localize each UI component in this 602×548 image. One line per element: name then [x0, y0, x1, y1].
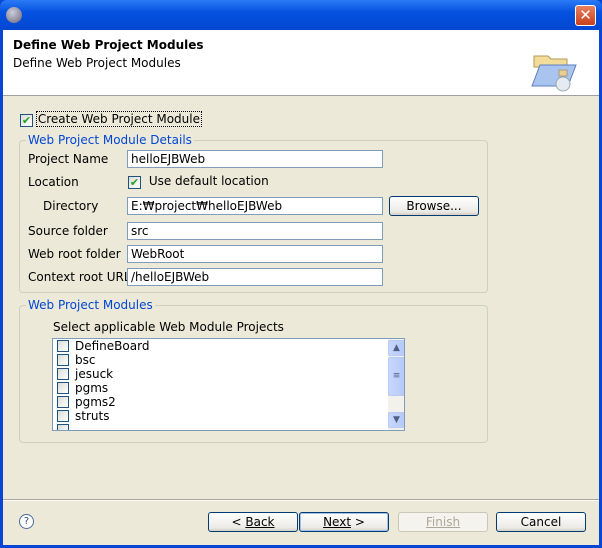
list-item-label: bsc — [75, 353, 96, 367]
checkbox-checked[interactable]: ✔ — [20, 114, 33, 127]
checkbox[interactable] — [57, 382, 69, 394]
checkbox[interactable] — [57, 340, 69, 352]
finish-button[interactable]: Finish — [398, 512, 488, 532]
finish-label: Finish — [425, 515, 461, 529]
list-item-label: pgms — [75, 381, 109, 395]
page-description: Define Web Project Modules — [13, 56, 181, 70]
app-icon — [6, 7, 22, 23]
list-item[interactable]: jesuck — [57, 368, 113, 382]
scroll-up-icon[interactable]: ▲ — [388, 340, 404, 356]
create-module-checkbox[interactable]: ✔ Create Web Project Module — [20, 111, 203, 127]
list-item[interactable]: pgms2 — [57, 396, 116, 410]
context-root-label: Context root URL — [28, 270, 131, 284]
list-item[interactable]: pgms — [57, 382, 108, 396]
use-default-location-checkbox[interactable]: ✔ Use default location — [128, 174, 269, 189]
context-root-input[interactable]: /helloEJBWeb — [127, 268, 383, 286]
wizard-header: Define Web Project Modules Define Web Pr… — [3, 30, 599, 96]
folder-jar-icon — [531, 55, 577, 92]
list-item-clipped[interactable] — [57, 424, 75, 430]
module-list[interactable]: DefineBoard bsc jesuck pgms pgms2 struts… — [52, 338, 405, 431]
project-name-label: Project Name — [28, 152, 109, 166]
web-root-input[interactable]: WebRoot — [127, 245, 383, 263]
title-bar — [0, 0, 602, 30]
next-button[interactable]: Next > — [299, 512, 389, 532]
checkbox[interactable] — [57, 368, 69, 380]
checkbox[interactable] — [57, 354, 69, 366]
cancel-button[interactable]: Cancel — [496, 512, 586, 532]
source-folder-label: Source folder — [28, 224, 108, 238]
checkbox[interactable] — [57, 424, 69, 430]
back-button[interactable]: < Back — [208, 512, 298, 532]
location-label: Location — [28, 175, 79, 189]
directory-label: Directory — [43, 199, 99, 213]
page-title: Define Web Project Modules — [13, 38, 204, 52]
select-modules-instruction: Select applicable Web Module Projects — [53, 320, 284, 334]
module-details-legend: Web Project Module Details — [26, 133, 194, 147]
directory-input[interactable]: E:₩project₩helloEJBWeb — [127, 197, 383, 215]
scroll-down-icon[interactable]: ▼ — [388, 412, 404, 428]
source-folder-input[interactable]: src — [127, 222, 383, 240]
checkbox[interactable] — [57, 410, 69, 422]
help-icon[interactable]: ? — [19, 514, 34, 529]
list-item-label: struts — [75, 409, 110, 423]
browse-button[interactable]: Browse... — [389, 196, 479, 216]
checkbox[interactable] — [57, 396, 69, 408]
project-name-input[interactable]: helloEJBWeb — [127, 150, 383, 168]
list-item[interactable]: struts — [57, 410, 109, 424]
list-item[interactable]: bsc — [57, 354, 95, 368]
next-label: Next — [323, 515, 352, 529]
use-default-location-label: Use default location — [148, 174, 269, 188]
list-item-label: DefineBoard — [75, 339, 150, 353]
back-label: Back — [245, 515, 275, 529]
list-item[interactable]: DefineBoard — [57, 340, 149, 354]
create-module-label: Create Web Project Module — [35, 111, 203, 127]
web-project-modules-legend: Web Project Modules — [26, 298, 155, 312]
list-item-label: jesuck — [75, 367, 114, 381]
footer-separator — [3, 499, 599, 501]
close-button[interactable]: ✕ — [575, 5, 596, 26]
list-scrollbar[interactable]: ▲ ≡ ▼ — [388, 339, 404, 430]
checkbox-checked[interactable]: ✔ — [128, 176, 141, 189]
list-item-label: pgms2 — [75, 395, 116, 409]
web-root-label: Web root folder — [28, 247, 121, 261]
scroll-thumb[interactable]: ≡ — [388, 357, 404, 396]
